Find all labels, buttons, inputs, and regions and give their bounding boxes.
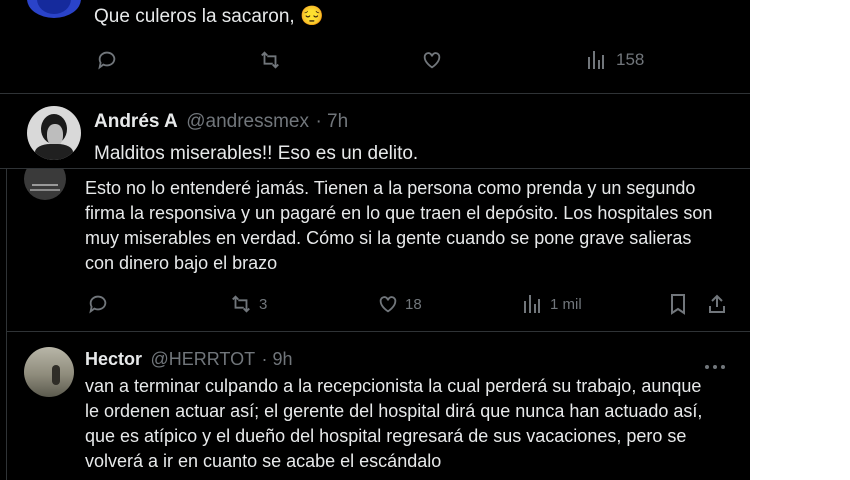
views-button[interactable]: 1 mil <box>522 293 582 315</box>
bookmark-icon <box>671 294 685 315</box>
reply-button[interactable] <box>96 49 118 71</box>
reply-button[interactable] <box>87 293 109 315</box>
share-button[interactable] <box>707 293 727 315</box>
reply-thread-foreground: Que culeros la sacaron, 😔 158 Andrés A @… <box>0 0 750 169</box>
tweet-time[interactable]: · 7h <box>315 111 348 132</box>
retweet-count: 3 <box>259 295 268 313</box>
retweet-icon <box>232 295 250 313</box>
like-count: 18 <box>405 295 422 313</box>
tweet-time[interactable]: · 9h <box>262 349 293 369</box>
views-button[interactable]: 158 <box>586 49 644 71</box>
avatar[interactable] <box>24 347 74 397</box>
views-count: 158 <box>616 50 645 69</box>
retweet-icon <box>261 51 279 69</box>
author-handle[interactable]: @HERRTOT <box>150 349 255 369</box>
tweet-text: Que culeros la sacaron, 😔 <box>94 6 324 27</box>
avatar[interactable] <box>27 0 81 18</box>
author-name[interactable]: Andrés A <box>94 111 178 132</box>
views-count: 1 mil <box>550 295 582 313</box>
avatar[interactable] <box>27 106 81 160</box>
share-icon <box>709 294 725 313</box>
tweet-text: Esto no lo entenderé jamás. Tienen a la … <box>85 178 713 273</box>
author-handle[interactable]: @andressmex <box>186 111 309 132</box>
tweet-text: van a terminar culpando a la recepcionis… <box>85 376 703 471</box>
more-options-button[interactable] <box>703 357 727 369</box>
more-icon <box>705 365 725 369</box>
bookmark-button[interactable] <box>669 293 687 315</box>
reply-icon <box>98 51 116 70</box>
reply-icon <box>89 295 107 314</box>
like-button[interactable]: 18 <box>377 293 422 315</box>
views-icon <box>524 295 540 313</box>
heart-icon <box>379 296 397 313</box>
tweet-divider <box>7 331 750 332</box>
bookmark-icon <box>748 49 750 71</box>
tweet-divider <box>0 93 750 94</box>
tweet-text: Malditos miserables!! Eso es un delito. <box>94 143 419 164</box>
author-name[interactable]: Hector <box>85 349 142 369</box>
retweet-button[interactable] <box>258 49 282 71</box>
like-button[interactable] <box>421 49 443 71</box>
timeline-panel: Esto no lo entenderé jamás. Tienen a la … <box>0 0 750 480</box>
heart-icon <box>423 52 441 69</box>
retweet-button[interactable]: 3 <box>229 293 267 315</box>
bookmark-button[interactable] <box>748 49 750 71</box>
views-icon <box>588 51 604 69</box>
